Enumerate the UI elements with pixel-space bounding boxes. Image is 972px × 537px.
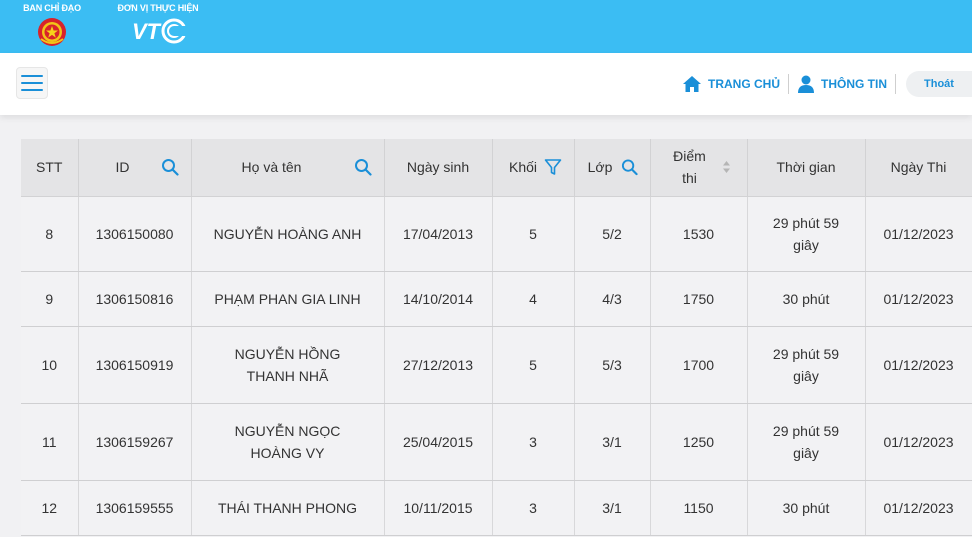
cell-id: 1306159267 [78, 403, 192, 481]
cell-score: 1250 [650, 403, 748, 481]
cell-class: 5/3 [574, 326, 651, 404]
cell-date: 01/12/2023 [865, 271, 972, 327]
table-row: 10 1306150919 NGUYỄN HỒNG THANH NHÃ 27/1… [21, 326, 972, 404]
table-row: 12 1306159555 THÁI THANH PHONG 10/11/201… [21, 480, 972, 536]
col-header-date-label: Ngày Thi [890, 159, 947, 176]
sponsor-title: BAN CHỈ ĐẠO [23, 3, 81, 13]
cell-id: 1306159555 [78, 480, 192, 536]
cell-dob: 14/10/2014 [384, 271, 493, 327]
home-link-label: TRANG CHỦ [708, 77, 780, 91]
cell-dob: 27/12/2013 [384, 326, 493, 404]
cell-stt: 11 [21, 403, 79, 481]
home-link[interactable]: TRANG CHỦ [682, 75, 780, 93]
cell-id: 1306150919 [78, 326, 192, 404]
cell-class: 5/2 [574, 196, 651, 272]
user-icon [798, 75, 814, 93]
cell-stt: 10 [21, 326, 79, 404]
cell-date: 01/12/2023 [865, 196, 972, 272]
search-icon[interactable] [161, 158, 179, 176]
col-header-dob-label: Ngày sinh [406, 159, 470, 176]
cell-score: 1530 [650, 196, 748, 272]
cell-grade: 5 [492, 326, 575, 404]
cell-name: PHẠM PHAN GIA LINH [191, 271, 385, 327]
cell-time: 29 phút 59 giây [747, 403, 866, 481]
hamburger-line [21, 82, 43, 84]
nav-divider [788, 74, 789, 94]
nav-links: TRANG CHỦ THÔNG TIN Thoát [682, 71, 972, 97]
results-table: STT ID Họ và tên Ngày sinh Khối Lớp Điểm… [21, 139, 972, 536]
cell-class: 3/1 [574, 480, 651, 536]
col-header-time-label: Thời gian [776, 159, 836, 176]
col-header-name-label: Họ và tên [241, 159, 302, 176]
cell-date: 01/12/2023 [865, 480, 972, 536]
cell-time: 30 phút [747, 271, 866, 327]
col-header-name: Họ và tên [191, 139, 385, 197]
organizer-block: ĐƠN VỊ THỰC HIỆN VT [110, 3, 206, 47]
cell-id: 1306150080 [78, 196, 192, 272]
svg-text:VT: VT [132, 19, 161, 44]
cell-time: 30 phút [747, 480, 866, 536]
cell-grade: 3 [492, 403, 575, 481]
home-icon [683, 76, 701, 92]
cell-date: 01/12/2023 [865, 403, 972, 481]
navbar: TRANG CHỦ THÔNG TIN Thoát [0, 53, 972, 115]
cell-name: NGUYỄN HOÀNG ANH [191, 196, 385, 272]
hamburger-line [21, 75, 43, 77]
logout-button[interactable]: Thoát [906, 71, 972, 97]
sponsor-block: BAN CHỈ ĐẠO [14, 3, 90, 47]
col-header-grade: Khối [492, 139, 575, 197]
cell-name: THÁI THANH PHONG [191, 480, 385, 536]
cell-id: 1306150816 [78, 271, 192, 327]
cell-grade: 5 [492, 196, 575, 272]
cell-time: 29 phút 59 giây [747, 196, 866, 272]
info-link[interactable]: THÔNG TIN [797, 75, 887, 93]
cell-stt: 12 [21, 480, 79, 536]
organizer-title: ĐƠN VỊ THỰC HIỆN [117, 3, 199, 13]
cell-date: 01/12/2023 [865, 326, 972, 404]
col-header-time: Thời gian [747, 139, 866, 197]
menu-toggle-button[interactable] [16, 67, 48, 99]
hamburger-line [21, 89, 43, 91]
col-header-score[interactable]: Điểm thi [650, 139, 748, 197]
national-emblem-icon [38, 18, 66, 46]
table-row: 11 1306159267 NGUYỄN NGỌC HOÀNG VY 25/04… [21, 403, 972, 481]
col-header-stt: STT [21, 139, 79, 197]
cell-dob: 17/04/2013 [384, 196, 493, 272]
cell-time: 29 phút 59 giây [747, 326, 866, 404]
col-header-id: ID [78, 139, 192, 197]
cell-class: 3/1 [574, 403, 651, 481]
col-header-stt-label: STT [36, 159, 63, 176]
search-icon[interactable] [354, 158, 372, 176]
col-header-class-label: Lớp [587, 159, 613, 176]
col-header-date: Ngày Thi [865, 139, 972, 197]
col-header-grade-label: Khối [508, 159, 538, 176]
cell-stt: 9 [21, 271, 79, 327]
cell-score: 1150 [650, 480, 748, 536]
info-link-label: THÔNG TIN [821, 77, 887, 91]
table-header-row: STT ID Họ và tên Ngày sinh Khối Lớp Điểm… [21, 139, 972, 197]
table-row: 8 1306150080 NGUYỄN HOÀNG ANH 17/04/2013… [21, 196, 972, 272]
cell-grade: 4 [492, 271, 575, 327]
col-header-id-label: ID [115, 159, 130, 176]
search-icon[interactable] [621, 159, 638, 176]
cell-dob: 25/04/2015 [384, 403, 493, 481]
cell-score: 1750 [650, 271, 748, 327]
table-row: 9 1306150816 PHẠM PHAN GIA LINH 14/10/20… [21, 271, 972, 327]
col-header-dob: Ngày sinh [384, 139, 493, 197]
nav-divider [895, 74, 896, 94]
cell-dob: 10/11/2015 [384, 480, 493, 536]
cell-score: 1700 [650, 326, 748, 404]
vtc-logo-icon: VT [132, 18, 186, 44]
cell-stt: 8 [21, 196, 79, 272]
cell-grade: 3 [492, 480, 575, 536]
col-header-class: Lớp [574, 139, 651, 197]
cell-class: 4/3 [574, 271, 651, 327]
sort-icon[interactable] [722, 160, 731, 174]
cell-name: NGUYỄN HỒNG THANH NHÃ [191, 326, 385, 404]
results-table-container: STT ID Họ và tên Ngày sinh Khối Lớp Điểm… [21, 139, 972, 536]
top-banner: BAN CHỈ ĐẠO ĐƠN VỊ THỰC HIỆN VT [0, 0, 972, 53]
cell-name: NGUYỄN NGỌC HOÀNG VY [191, 403, 385, 481]
filter-icon[interactable] [544, 158, 562, 176]
